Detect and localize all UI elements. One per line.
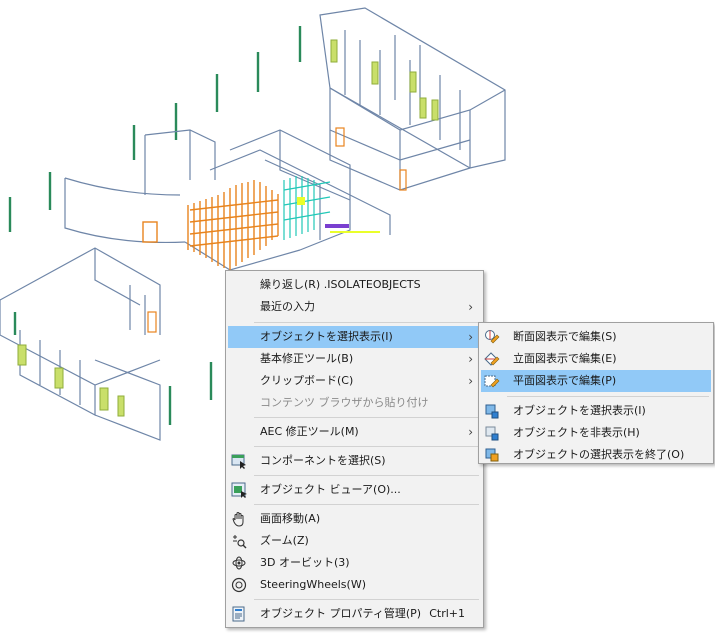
window-panels-upper-right: [330, 39, 439, 121]
menu-item-label: AEC 修正ツール(M): [260, 425, 359, 438]
chevron-right-icon: ›: [468, 425, 473, 439]
isolate-objects-icon: [485, 404, 499, 419]
menu-item-label: オブジェクト ビューア(O)...: [260, 483, 401, 496]
menu-item-label: 断面図表示で編集(S): [513, 330, 617, 343]
hide-objects-icon: [485, 426, 499, 441]
building-block-lower-left: [0, 247, 161, 441]
submenu-item-hide-objects[interactable]: オブジェクトを非表示(H): [481, 422, 711, 444]
properties-icon: [232, 606, 245, 622]
menu-separator: [254, 475, 479, 476]
menu-item-label: オブジェクト プロパティ管理(P): [260, 607, 422, 620]
building-block-center: [64, 129, 391, 271]
door-cluster-orange: [142, 180, 279, 270]
hand-pan-icon: [232, 512, 244, 527]
chevron-right-icon: ›: [468, 374, 473, 388]
menu-item-label: 繰り返し(R) .ISOLATEOBJECTS: [260, 278, 421, 291]
elevation-edit-icon: [484, 352, 500, 366]
plan-edit-icon: [484, 375, 500, 388]
menu-item-label: オブジェクトを選択表示(I): [513, 404, 646, 417]
selection-markers: [297, 197, 380, 233]
menu-item-basic-modify-tools[interactable]: 基本修正ツール(B) ›: [228, 348, 481, 370]
context-menu: 繰り返し(R) .ISOLATEOBJECTS 最近の入力 › オブジェクトを選…: [225, 270, 484, 628]
menu-item-clipboard[interactable]: クリップボード(C) ›: [228, 370, 481, 392]
menu-item-paste-from-content-browser: コンテンツ ブラウザから貼り付け: [228, 392, 481, 414]
menu-item-label: ズーム(Z): [260, 534, 309, 547]
menu-item-isolate-objects[interactable]: オブジェクトを選択表示(I) ›: [228, 326, 481, 348]
menu-item-recent-input[interactable]: 最近の入力 ›: [228, 296, 481, 318]
menu-item-label: 画面移動(A): [260, 512, 321, 525]
menu-item-label: 最近の入力: [260, 300, 315, 313]
menu-item-label: 立面図表示で編集(E): [513, 352, 617, 365]
menu-item-label: 3D オービット(3): [260, 556, 350, 569]
menu-item-label: オブジェクトを非表示(H): [513, 426, 640, 439]
menu-item-zoom[interactable]: ズーム(Z): [228, 530, 481, 552]
submenu-item-edit-in-section[interactable]: 断面図表示で編集(S): [481, 326, 711, 348]
submenu-item-edit-in-elevation[interactable]: 立面図表示で編集(E): [481, 348, 711, 370]
object-viewer-icon: [231, 482, 247, 498]
menu-item-label: オブジェクトを選択表示(I): [260, 330, 393, 343]
menu-separator: [254, 417, 479, 418]
menu-item-label: コンテンツ ブラウザから貼り付け: [260, 396, 429, 409]
menu-separator: [254, 504, 479, 505]
menu-item-3d-orbit[interactable]: 3D オービット(3): [228, 552, 481, 574]
menu-item-aec-modify-tools[interactable]: AEC 修正ツール(M) ›: [228, 421, 481, 443]
menu-item-label: 基本修正ツール(B): [260, 352, 354, 365]
menu-separator: [254, 446, 479, 447]
end-isolation-icon: [485, 448, 499, 462]
door-frames-lower-left: [147, 311, 157, 333]
menu-item-steeringwheels[interactable]: SteeringWheels(W): [228, 574, 481, 596]
orbit-icon: [232, 556, 246, 570]
section-edit-icon: [485, 330, 500, 344]
menu-item-label: SteeringWheels(W): [260, 578, 366, 591]
chevron-right-icon: ›: [468, 352, 473, 366]
menu-item-label: クリップボード(C): [260, 374, 354, 387]
submenu-item-end-isolation[interactable]: オブジェクトの選択表示を終了(O): [481, 444, 711, 466]
menu-separator: [507, 396, 709, 397]
shortcut-label: Ctrl+1: [429, 607, 465, 620]
door-cluster-green: [283, 176, 331, 240]
menu-item-object-viewer[interactable]: オブジェクト ビューア(O)...: [228, 479, 481, 501]
chevron-right-icon: ›: [468, 330, 473, 344]
submenu-isolate-objects: 断面図表示で編集(S) 立面図表示で編集(E) 平面図表示で編集(P) オブジェ…: [478, 322, 714, 464]
component-select-icon: [231, 454, 246, 469]
menu-item-pan[interactable]: 画面移動(A): [228, 508, 481, 530]
menu-separator: [254, 322, 479, 323]
submenu-item-isolate-objects[interactable]: オブジェクトを選択表示(I): [481, 400, 711, 422]
building-block-upper-right: [319, 7, 506, 191]
submenu-item-edit-in-plan[interactable]: 平面図表示で編集(P): [481, 370, 711, 392]
steering-wheel-icon: [231, 577, 247, 593]
menu-item-label: オブジェクトの選択表示を終了(O): [513, 448, 685, 461]
menu-item-select-component[interactable]: コンポーネントを選択(S): [228, 450, 481, 472]
zoom-icon: [233, 535, 247, 549]
chevron-right-icon: ›: [468, 300, 473, 314]
menu-item-label: 平面図表示で編集(P): [513, 374, 617, 387]
menu-item-object-properties[interactable]: オブジェクト プロパティ管理(P) Ctrl+1: [228, 603, 481, 625]
menu-item-repeat-isolate[interactable]: 繰り返し(R) .ISOLATEOBJECTS: [228, 274, 481, 296]
menu-item-label: コンポーネントを選択(S): [260, 454, 386, 467]
menu-separator: [254, 599, 479, 600]
